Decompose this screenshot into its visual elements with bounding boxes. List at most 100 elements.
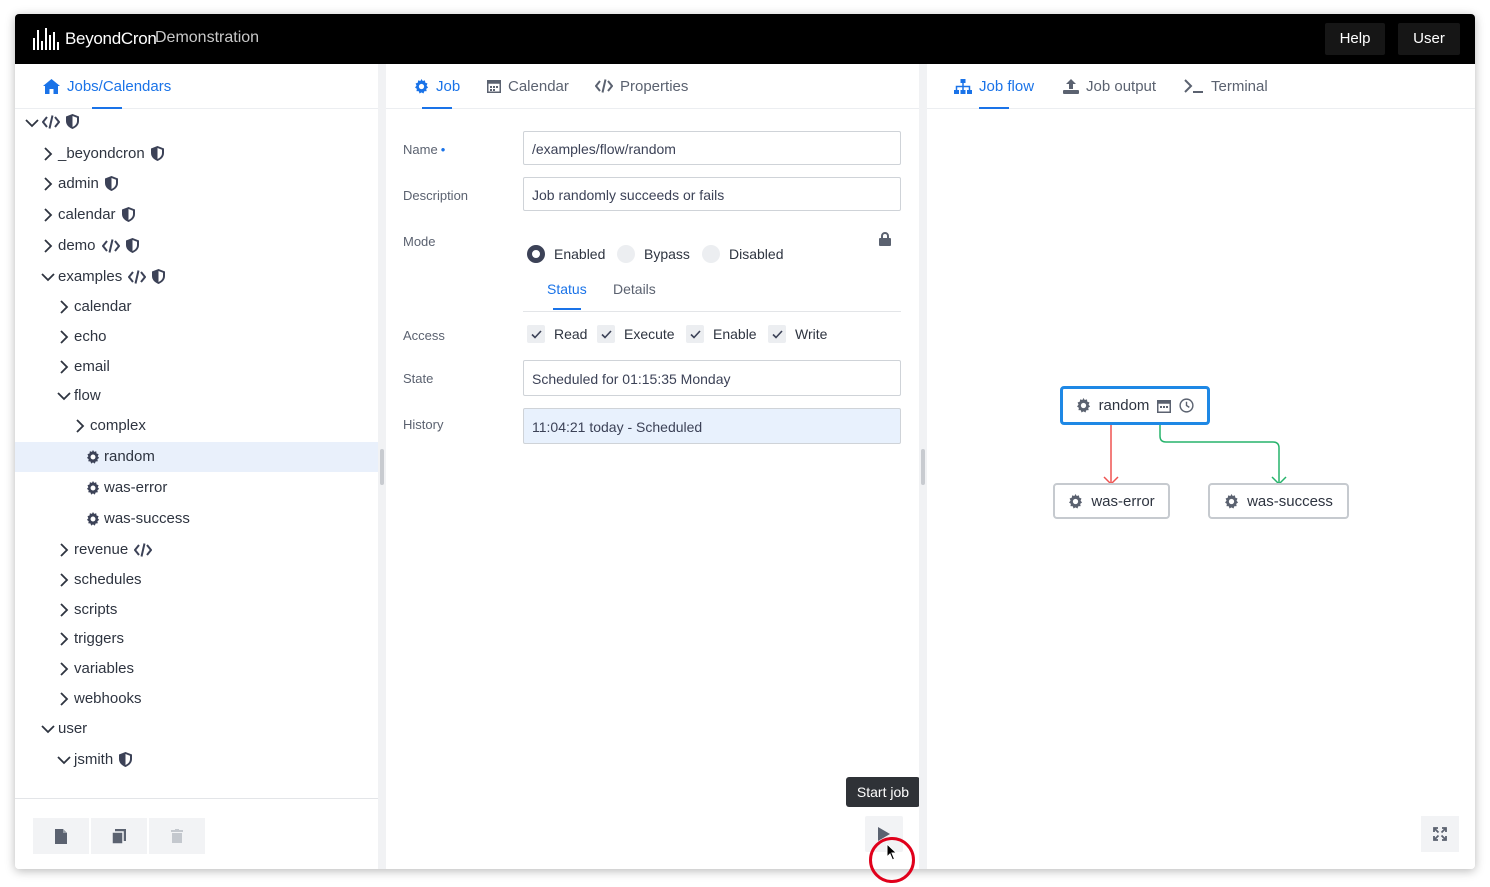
tree-item-variables[interactable]: variables bbox=[15, 654, 378, 684]
tree-item-revenue[interactable]: revenue bbox=[15, 535, 378, 565]
tree-item-label: calendar bbox=[58, 206, 135, 223]
chevron-down-icon[interactable] bbox=[57, 388, 71, 404]
code-icon bbox=[42, 114, 60, 129]
gear-icon bbox=[86, 449, 100, 464]
chevron-right-icon[interactable] bbox=[57, 631, 71, 647]
tree-item-text: revenue bbox=[74, 541, 129, 558]
delete-job-button[interactable] bbox=[149, 818, 205, 854]
tab-job[interactable]: Job bbox=[414, 64, 460, 109]
check-icon bbox=[600, 329, 612, 339]
tree-item-label: revenue bbox=[74, 541, 153, 558]
chevron-right-icon[interactable] bbox=[57, 572, 71, 588]
name-input[interactable]: /examples/flow/random bbox=[523, 131, 901, 165]
tree-item-label: calendar bbox=[74, 298, 132, 315]
tree-item-webhooks[interactable]: webhooks bbox=[15, 684, 378, 714]
tab-calendar[interactable]: Calendar bbox=[487, 64, 569, 108]
flow-node-was-error[interactable]: was-error bbox=[1053, 483, 1170, 519]
check-icon bbox=[530, 329, 542, 339]
left-splitter[interactable] bbox=[378, 64, 386, 869]
tree-item-text: user bbox=[58, 720, 88, 737]
flow-node-random[interactable]: random bbox=[1060, 386, 1210, 425]
chevron-down-icon[interactable] bbox=[57, 752, 71, 768]
state-field: Scheduled for 01:15:35 Monday bbox=[523, 360, 901, 396]
name-label: Name • bbox=[403, 142, 446, 157]
tree-item-complex[interactable]: complex bbox=[15, 411, 378, 441]
tree-item-examples[interactable]: examples bbox=[15, 262, 378, 292]
tree-item-label: was-error bbox=[86, 479, 167, 496]
tree-item-was-error[interactable]: was-error bbox=[15, 473, 378, 503]
chevron-right-icon[interactable] bbox=[57, 602, 71, 618]
tree-item-calendar[interactable]: calendar bbox=[15, 292, 378, 322]
chevron-right-icon[interactable] bbox=[57, 329, 71, 345]
tree-item-label: user bbox=[58, 720, 87, 737]
help-button[interactable]: Help bbox=[1325, 23, 1385, 55]
subtab-details[interactable]: Details bbox=[613, 281, 656, 297]
logo-text: BeyondCron bbox=[65, 29, 157, 48]
mode-bypass-radio[interactable]: Bypass bbox=[617, 245, 690, 263]
history-item[interactable]: 11:04:21 today - Scheduled bbox=[523, 408, 901, 444]
calendar-icon bbox=[1157, 399, 1172, 413]
tree-item-demo[interactable]: demo bbox=[15, 231, 378, 261]
chevron-right-icon[interactable] bbox=[41, 146, 55, 162]
tab-properties[interactable]: Properties bbox=[595, 64, 688, 108]
chevron-down-icon[interactable] bbox=[41, 721, 55, 737]
tree-item-random[interactable]: random bbox=[15, 442, 378, 472]
flow-node-was-success[interactable]: was-success bbox=[1208, 483, 1349, 519]
chevron-right-icon[interactable] bbox=[57, 691, 71, 707]
middle-tabs: Job Calendar Properties bbox=[386, 64, 919, 109]
chevron-right-icon[interactable] bbox=[57, 542, 71, 558]
tree-item-label: webhooks bbox=[74, 690, 142, 707]
app-window: BeyondCron Demonstration Help User Jobs/… bbox=[15, 14, 1475, 869]
logo-icon bbox=[33, 28, 59, 50]
tree-item-schedules[interactable]: schedules bbox=[15, 565, 378, 595]
access-enable-checkbox[interactable]: Enable bbox=[686, 325, 757, 343]
node-label: random bbox=[1098, 397, 1150, 414]
tree-item-was-success[interactable]: was-success bbox=[15, 504, 378, 534]
tree-item-flow[interactable]: flow bbox=[15, 381, 378, 411]
copy-job-button[interactable] bbox=[91, 818, 147, 854]
chevron-right-icon[interactable] bbox=[57, 661, 71, 677]
code-icon bbox=[128, 269, 147, 284]
chevron-down-icon[interactable] bbox=[41, 269, 55, 285]
tree-item-admin[interactable]: admin bbox=[15, 169, 378, 199]
access-read-checkbox[interactable]: Read bbox=[527, 325, 587, 343]
tree-item-text: webhooks bbox=[74, 690, 142, 707]
access-write-checkbox[interactable]: Write bbox=[768, 325, 827, 343]
chevron-right-icon[interactable] bbox=[57, 359, 71, 375]
tree-item-user[interactable]: user bbox=[15, 714, 378, 744]
history-label: History bbox=[403, 417, 444, 432]
chevron-right-icon[interactable] bbox=[73, 418, 87, 434]
mode-disabled-radio[interactable]: Disabled bbox=[702, 245, 783, 263]
tree-item-label: jsmith bbox=[74, 751, 133, 768]
chevron-right-icon[interactable] bbox=[41, 238, 55, 254]
subtab-status[interactable]: Status bbox=[547, 281, 587, 310]
right-splitter[interactable] bbox=[919, 64, 927, 869]
description-input[interactable]: Job randomly succeeds or fails bbox=[523, 177, 901, 211]
chevron-right-icon[interactable] bbox=[41, 207, 55, 223]
tab-jobs-calendars[interactable]: Jobs/Calendars bbox=[43, 64, 171, 109]
mode-enabled-radio[interactable]: Enabled bbox=[527, 245, 605, 263]
tree-item-root[interactable] bbox=[15, 108, 378, 138]
new-job-button[interactable] bbox=[33, 818, 89, 854]
mouse-cursor-icon bbox=[886, 843, 898, 861]
tree-item-jsmith[interactable]: jsmith bbox=[15, 745, 378, 775]
lock-icon[interactable] bbox=[879, 232, 891, 246]
tree-item-echo[interactable]: echo bbox=[15, 322, 378, 352]
chevron-right-icon[interactable] bbox=[57, 299, 71, 315]
description-label: Description bbox=[403, 188, 469, 203]
chevron-right-icon[interactable] bbox=[41, 176, 55, 192]
tree-item-text: random bbox=[104, 448, 155, 465]
tree-item-_beyondcron[interactable]: _beyondcron bbox=[15, 139, 378, 169]
shield-icon bbox=[104, 176, 118, 191]
tree-item-triggers[interactable]: triggers bbox=[15, 624, 378, 654]
tree-item-email[interactable]: email bbox=[15, 352, 378, 382]
tree-item-scripts[interactable]: scripts bbox=[15, 595, 378, 625]
tree-item-text: admin bbox=[58, 175, 99, 192]
fullscreen-button[interactable] bbox=[1421, 816, 1459, 852]
tree-item-calendar[interactable]: calendar bbox=[15, 200, 378, 230]
access-execute-checkbox[interactable]: Execute bbox=[597, 325, 675, 343]
user-button[interactable]: User bbox=[1398, 23, 1460, 55]
tree-item-text: triggers bbox=[74, 630, 125, 647]
chevron-down-icon[interactable] bbox=[25, 115, 39, 131]
tree-item-label: variables bbox=[74, 660, 134, 677]
